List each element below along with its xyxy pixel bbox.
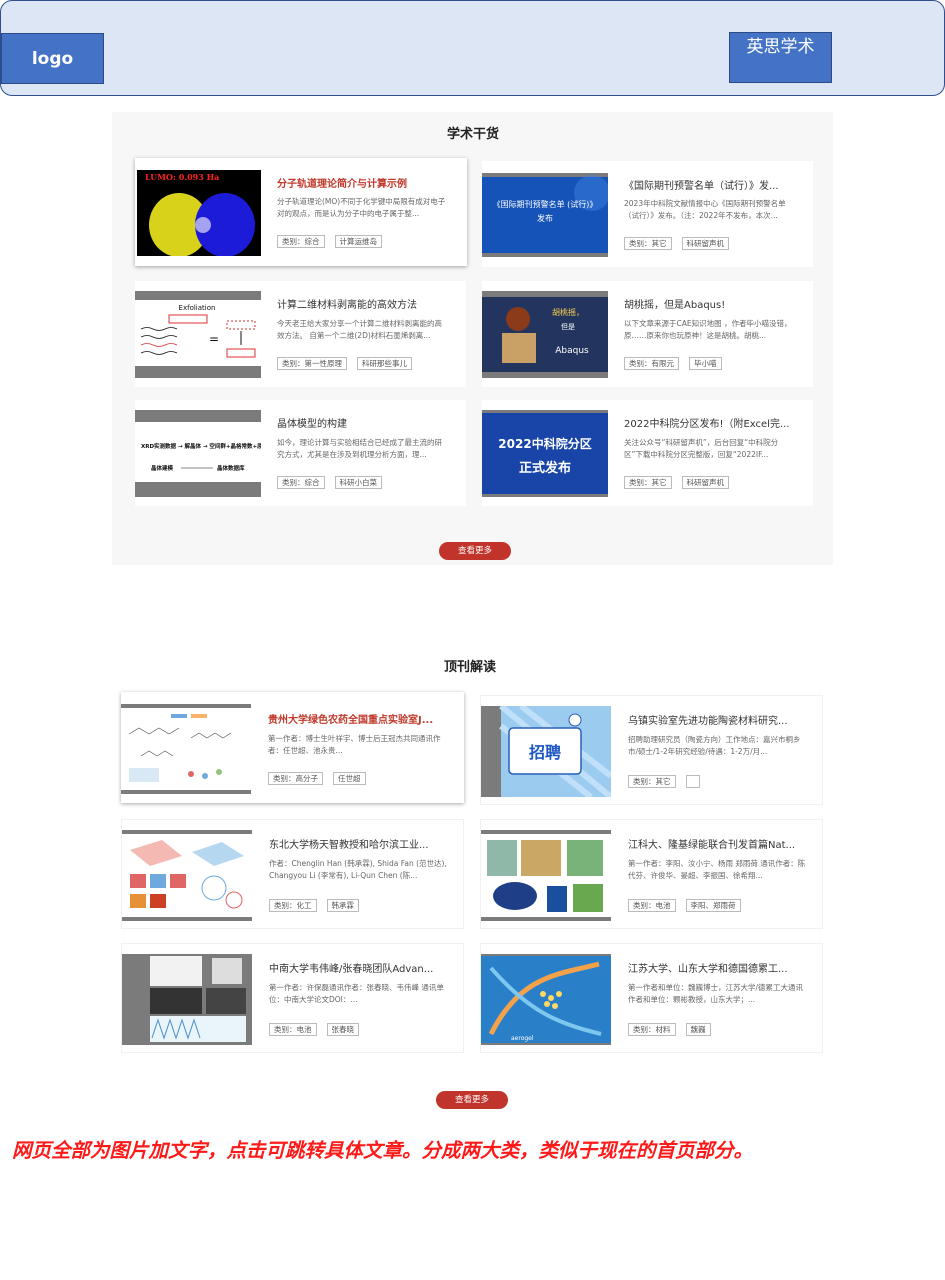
article-card[interactable]: aerogel 江苏大学、山东大学和德国德累工... 第一作者和单位：魏巍博士，…: [480, 943, 823, 1053]
article-card[interactable]: 招聘 乌镇实验室先进功能陶瓷材料研究... 招聘助理研究员（陶瓷方向）工作地点：…: [480, 695, 823, 805]
article-thumbnail[interactable]: [122, 954, 252, 1045]
svg-text:胡桃摇，: 胡桃摇，: [552, 307, 584, 317]
article-summary: 今天老王给大家分享一个计算二维材料剥离能的高效方法。 自第一个二维(2D)材料石…: [277, 319, 442, 340]
thumb-caption: LUMO: 0.093 Ha: [145, 172, 219, 182]
author-tag[interactable]: [685, 775, 700, 788]
article-title[interactable]: 东北大学杨天智教授和哈尔滨工业...: [269, 836, 447, 851]
author-tag[interactable]: 计算运维岛: [334, 235, 382, 248]
article-card[interactable]: 东北大学杨天智教授和哈尔滨工业... 作者：Chenglin Han (韩承霖)…: [121, 819, 464, 929]
article-title[interactable]: 贵州大学绿色农药全国重点实验室J...: [268, 711, 448, 726]
svg-text:《国际期刊预警名单 (试行)》: 《国际期刊预警名单 (试行)》: [493, 199, 598, 209]
article-thumbnail[interactable]: [481, 830, 611, 921]
article-title[interactable]: 胡桃摇，但是Abaqus!: [624, 296, 800, 311]
svg-text:晶体数据库: 晶体数据库: [217, 464, 245, 472]
article-summary: 招聘助理研究员（陶瓷方向）工作地点：嘉兴市桐乡市/硕士/1-2年研究经验/待遇：…: [628, 735, 801, 756]
article-title[interactable]: 晶体模型的构建: [277, 415, 453, 430]
category-tag[interactable]: 类别：综合: [277, 476, 325, 489]
thumb-caption: 招聘: [529, 743, 561, 762]
article-card[interactable]: 江科大、隆基绿能联合刊发首篇Nat... 第一作者：李阳、汝小宁、杨雨 郑雨荷 …: [480, 819, 823, 929]
article-summary: 关注公众号“科研留声机”，后台回复“中科院分区”下载中科院分区完整版，回复“20…: [624, 438, 779, 459]
header-bar: logo 英思学术: [0, 0, 945, 96]
article-summary: 第一作者：李阳、汝小宁、杨雨 郑雨荷 通讯作者：陈代芬、许俊华、晏超、李振国、徐…: [628, 859, 806, 880]
svg-text:Abaqus: Abaqus: [555, 346, 589, 356]
author-tag[interactable]: 毕小喵: [689, 357, 722, 370]
article-card[interactable]: 中南大学韦伟峰/张春晓团队Advan... 第一作者：许保磊通讯作者：张春晓、韦…: [121, 943, 464, 1053]
section-title: 学术干货: [447, 127, 500, 142]
thumb-caption: aerogel: [511, 1035, 534, 1042]
svg-text:2022中科院分区: 2022中科院分区: [498, 436, 591, 451]
article-summary: 如今，理论计算与实验相结合已经成了最主流的研究方式，尤其是在涉及到机理分析方面，…: [277, 438, 442, 459]
article-thumbnail[interactable]: XRD实测数据 → 解晶体 → 空间群+晶格常数+原子坐标 晶体建模 晶体数据库: [135, 410, 261, 497]
article-summary: 第一作者和单位：魏巍博士，江苏大学/德累工大通讯作者和单位：颗彬教授，山东大学；…: [628, 983, 804, 1004]
article-thumbnail[interactable]: Exfoliation =: [135, 291, 261, 378]
article-thumbnail[interactable]: aerogel: [481, 954, 611, 1045]
svg-text:但是: 但是: [561, 322, 575, 331]
svg-text:=: =: [209, 332, 219, 346]
author-tag[interactable]: 科研小白菜: [334, 476, 382, 489]
view-more-button[interactable]: 查看更多: [439, 542, 511, 560]
article-card[interactable]: 胡桃摇， 但是 Abaqus 胡桃摇，但是Abaqus! 以下文章来源于CAE知…: [482, 281, 813, 387]
article-card[interactable]: 贵州大学绿色农药全国重点实验室J... 第一作者：博士生叶祥宇、博士后王冠杰共同…: [121, 692, 464, 803]
article-summary: 作者：Chenglin Han (韩承霖), Shida Fan (范世达), …: [269, 859, 447, 880]
category-tag[interactable]: 类别：电池: [628, 899, 676, 912]
author-tag[interactable]: 科研那些事儿: [357, 357, 412, 370]
svg-text:晶体建模: 晶体建模: [151, 464, 174, 472]
article-title[interactable]: 分子轨道理论简介与计算示例: [277, 175, 457, 190]
article-title[interactable]: 《国际期刊预警名单（试行）》发...: [624, 177, 800, 192]
category-tag[interactable]: 类别：其它: [628, 775, 676, 788]
article-thumbnail[interactable]: 《国际期刊预警名单 (试行)》 发布: [482, 173, 608, 257]
author-tag[interactable]: 任世超: [333, 772, 366, 785]
article-title[interactable]: 江苏大学、山东大学和德国德累工...: [628, 960, 806, 975]
article-card[interactable]: Exfoliation = 计算二维材料剥离能的高效方法 今天老王给大家分享一个…: [135, 281, 466, 387]
article-card[interactable]: LUMO: 0.093 Ha 分子轨道理论简介与计算示例 分子轨道理论(MO)不…: [135, 158, 467, 266]
svg-text:Exfoliation: Exfoliation: [179, 304, 216, 312]
author-tag[interactable]: 李阳、郑雨荷: [685, 899, 741, 912]
category-tag[interactable]: 类别：有限元: [624, 357, 679, 370]
author-tag[interactable]: 张春晓: [326, 1023, 359, 1036]
svg-text:发布: 发布: [537, 213, 553, 223]
category-tag[interactable]: 类别：第一性原理: [277, 357, 347, 370]
category-tag[interactable]: 类别：其它: [624, 476, 672, 489]
article-title[interactable]: 乌镇实验室先进功能陶瓷材料研究...: [628, 712, 806, 727]
category-tag[interactable]: 类别：综合: [277, 235, 325, 248]
article-summary: 以下文章来源于CAE知识地图 ，作者毕小喵没错，原……原来你也玩原神！这是胡桃。…: [624, 319, 792, 340]
article-title[interactable]: 计算二维材料剥离能的高效方法: [277, 296, 453, 311]
annotation-note: 网页全部为图片加文字，点击可跳转具体文章。分成两大类，类似于现在的首页部分。: [12, 1139, 754, 1162]
article-thumbnail[interactable]: 胡桃摇， 但是 Abaqus: [482, 291, 608, 378]
category-tag[interactable]: 类别：高分子: [268, 772, 323, 785]
author-tag[interactable]: 韩承霖: [326, 899, 359, 912]
svg-text:正式发布: 正式发布: [519, 460, 571, 476]
article-summary: 第一作者：许保磊通讯作者：张春晓、韦伟峰 通讯单位：中南大学论文DOI：...: [269, 983, 444, 1004]
category-tag[interactable]: 类别：其它: [624, 237, 672, 250]
section-title: 顶刊解读: [444, 660, 497, 675]
article-summary: 分子轨道理论(MO)不同于化学键中局限有成对电子对的观点，而是认为分子中的电子属…: [277, 197, 446, 218]
article-title[interactable]: 中南大学韦伟峰/张春晓团队Advan...: [269, 960, 447, 975]
article-thumbnail[interactable]: [121, 704, 251, 794]
article-title[interactable]: 2022中科院分区发布!（附Excel完...: [624, 415, 800, 430]
brand-button[interactable]: 英思学术: [729, 32, 832, 83]
author-tag[interactable]: 科研留声机: [681, 237, 729, 250]
article-thumbnail[interactable]: 招聘: [481, 706, 611, 797]
author-tag[interactable]: 科研留声机: [681, 476, 729, 489]
article-summary: 2023年中科院文献情报中心《国际期刊预警名单（试行）》发布。（注：2022年不…: [624, 199, 786, 220]
author-tag[interactable]: 魏巍: [685, 1023, 711, 1036]
category-tag[interactable]: 类别：电池: [269, 1023, 317, 1036]
article-summary: 第一作者：博士生叶祥宇、博士后王冠杰共同通讯作者：任世超、池永贵...: [268, 734, 441, 755]
svg-text:XRD实测数据 → 解晶体 → 空间群+晶格常数+原子坐标: XRD实测数据 → 解晶体 → 空间群+晶格常数+原子坐标: [141, 442, 261, 450]
category-tag[interactable]: 类别：化工: [269, 899, 317, 912]
article-title[interactable]: 江科大、隆基绿能联合刊发首篇Nat...: [628, 836, 806, 851]
view-more-button[interactable]: 查看更多: [436, 1091, 508, 1109]
article-card[interactable]: 2022中科院分区 正式发布 2022中科院分区发布!（附Excel完... 关…: [482, 400, 813, 506]
article-card[interactable]: 《国际期刊预警名单 (试行)》 发布 《国际期刊预警名单（试行）》发... 20…: [482, 161, 813, 267]
logo-placeholder[interactable]: logo: [1, 33, 104, 84]
section-academic: 学术干货 LUMO: 0.093 Ha 分子轨道理论简介与计算示例 分子轨道理论…: [112, 112, 833, 565]
category-tag[interactable]: 类别：材料: [628, 1023, 676, 1036]
article-thumbnail[interactable]: 2022中科院分区 正式发布: [482, 410, 608, 497]
article-thumbnail[interactable]: [122, 830, 252, 921]
article-thumbnail[interactable]: LUMO: 0.093 Ha: [137, 170, 261, 256]
article-card[interactable]: XRD实测数据 → 解晶体 → 空间群+晶格常数+原子坐标 晶体建模 晶体数据库…: [135, 400, 466, 506]
